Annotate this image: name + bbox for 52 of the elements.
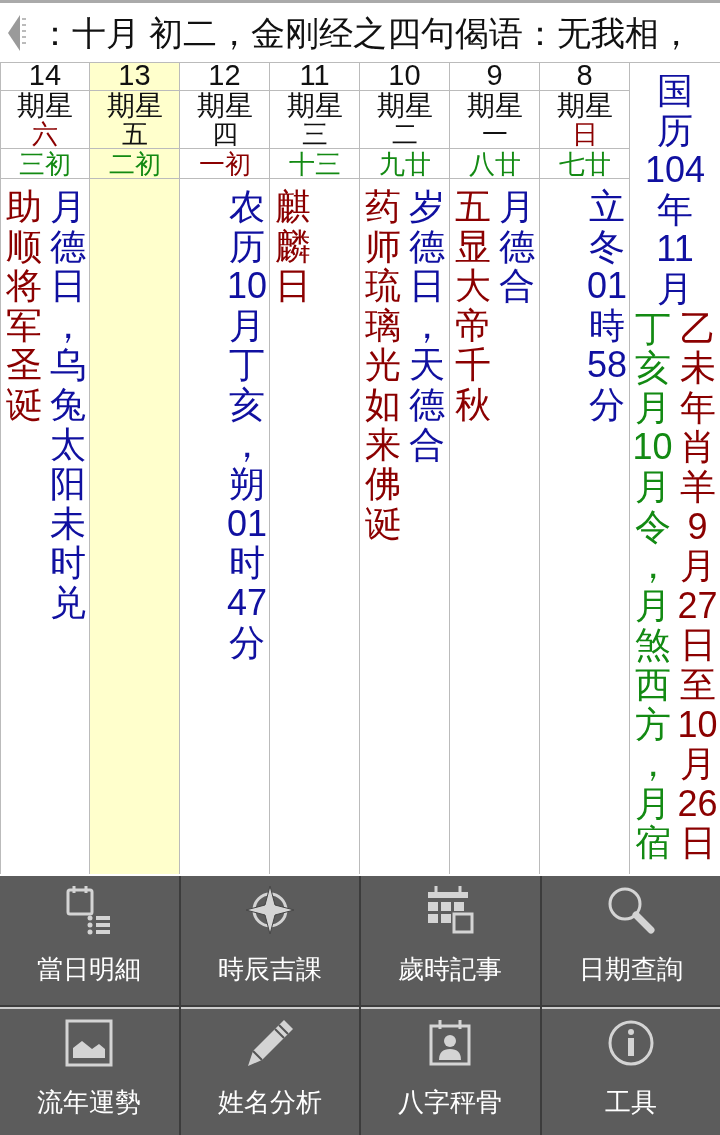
day-number[interactable]: 11 — [299, 63, 330, 90]
weekday-label: 期星 — [286, 91, 343, 120]
weekday-label: 期星 — [17, 91, 73, 120]
day-number[interactable]: 14 — [28, 63, 62, 90]
day-number[interactable]: 12 — [208, 63, 241, 90]
menu-button[interactable]: 歲時記事 — [361, 876, 540, 1005]
compass-icon — [243, 884, 296, 936]
almanac-note: 立冬01時58分 — [585, 187, 628, 425]
day-number[interactable]: 9 — [486, 63, 503, 90]
almanac-note: 农历10月丁亥，朔01时47分 — [225, 187, 268, 663]
weekday-text: 日 — [571, 120, 598, 149]
weekday-text: 五 — [121, 120, 148, 149]
lunar-day: 一初 — [198, 150, 251, 177]
weekday-text: 二 — [391, 120, 418, 149]
weekday-text: 三 — [301, 120, 328, 149]
weekday-label: 期星 — [556, 91, 613, 120]
festival-note: 药师琉璃光如来佛诞 — [363, 187, 402, 544]
year-note: 乙未年肖羊9月27日至10月26日 — [676, 308, 719, 863]
day-number[interactable]: 8 — [576, 63, 593, 90]
contact-card-icon — [427, 1017, 474, 1068]
almanac-note: 岁德日，天德合 — [408, 187, 446, 465]
day-number[interactable]: 13 — [118, 63, 151, 90]
lunar-day: 八廿 — [468, 150, 521, 177]
day-number[interactable]: 10 — [388, 63, 421, 90]
menu-button[interactable]: 流年運勢 — [0, 1006, 179, 1135]
lunar-day: 十三 — [288, 150, 341, 177]
weekday-label: 期星 — [376, 91, 433, 120]
weekday-label: 期星 — [106, 91, 163, 120]
marquee-text: ：十月 初二，金刚经之四句偈语：无我相， — [38, 15, 694, 50]
weekday-text: 一 — [481, 120, 508, 149]
menu-button[interactable]: 工具 — [541, 1006, 720, 1135]
festival-note: 麒麟日 — [273, 187, 312, 306]
lunar-day: 七廿 — [558, 150, 611, 177]
festival-note: 助顺将军圣诞 — [4, 187, 43, 425]
weekday-label: 期星 — [466, 91, 523, 120]
menu-button[interactable]: 日期查詢 — [541, 876, 720, 1005]
menu-button[interactable]: 時辰吉課 — [180, 876, 359, 1005]
menu-button[interactable]: 當日明細 — [0, 876, 179, 1005]
almanac-note: 月德日，乌兔太阳未时兑 — [48, 187, 87, 623]
weekday-text: 六 — [32, 120, 58, 149]
weekday-text: 四 — [211, 120, 238, 149]
menu-button[interactable]: 姓名分析 — [180, 1006, 359, 1135]
lunar-day: 九廿 — [378, 150, 431, 177]
lunar-day: 三初 — [19, 150, 71, 177]
weekday-label: 期星 — [196, 91, 253, 120]
almanac-note: 月德合 — [498, 187, 536, 306]
month-note: 丁亥月10月令，月煞西方，月宿 — [631, 308, 674, 863]
festival-note: 五显大帝千秋 — [453, 187, 492, 425]
month-title: 国历104年11月 — [643, 71, 707, 309]
menu-button[interactable]: 八字秤骨 — [361, 1006, 540, 1135]
image-icon — [64, 1017, 115, 1068]
lunar-day: 二初 — [108, 150, 161, 177]
